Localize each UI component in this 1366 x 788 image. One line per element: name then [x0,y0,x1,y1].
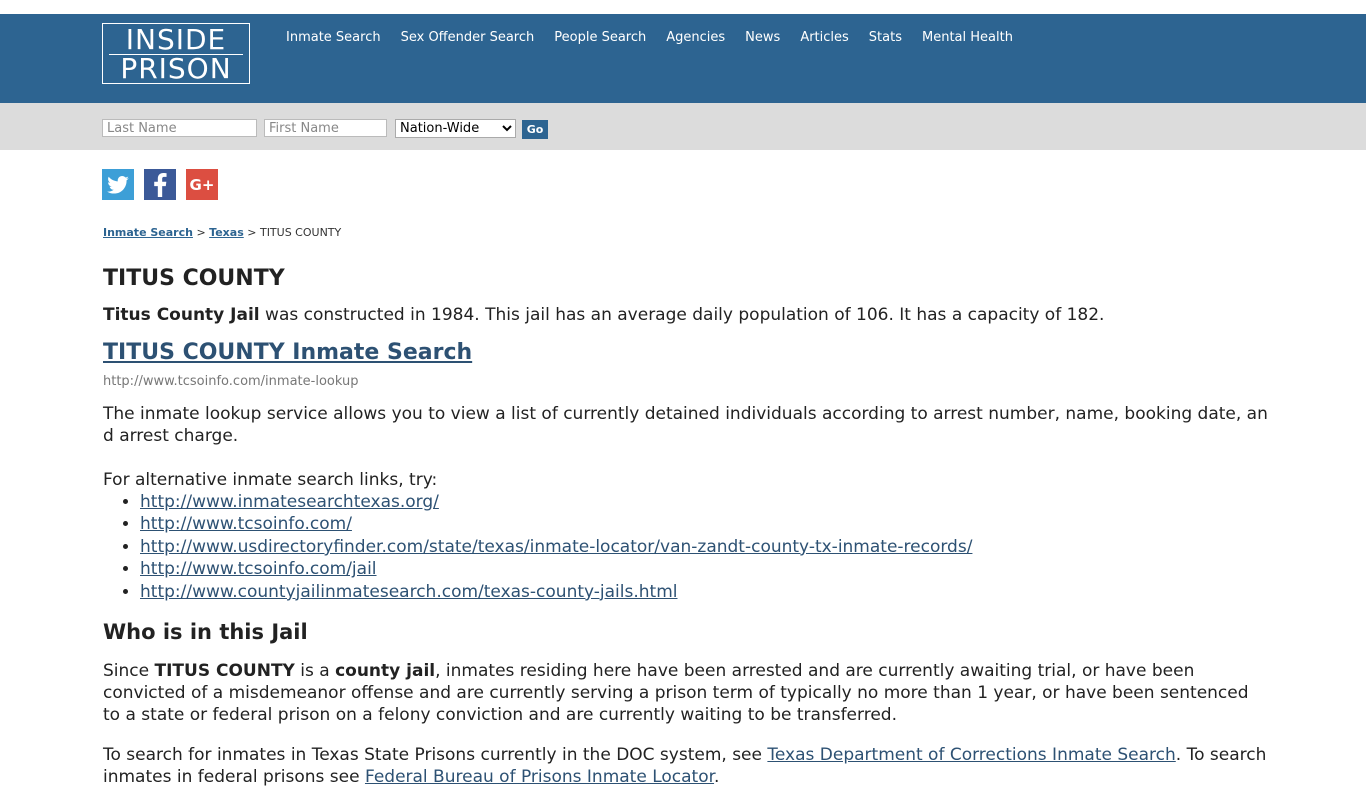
search-url: http://www.tcsoinfo.com/inmate-lookup [103,374,359,389]
breadcrumb-sep: > [192,226,210,239]
alt-link[interactable]: http://www.tcsoinfo.com/jail [140,559,377,579]
to-search-c: . [714,767,720,788]
site-header: INSIDE PRISON Inmate Search Sex Offender… [0,14,1366,103]
breadcrumb-inmate-search[interactable]: Inmate Search [103,226,193,239]
who-heading: Who is in this Jail [103,620,308,645]
site-logo[interactable]: INSIDE PRISON [102,23,250,84]
main-nav: Inmate Search Sex Offender Search People… [286,30,1033,45]
texas-doc-link[interactable]: Texas Department of Corrections Inmate S… [767,745,1175,765]
list-item: http://www.tcsoinfo.com/jail [140,558,1268,580]
nav-inmate-search[interactable]: Inmate Search [286,30,381,45]
to-search-text: To search for inmates in Texas State Pri… [103,744,1268,788]
twitter-bird-icon [107,175,129,194]
who-text-c: is a [294,661,336,682]
facebook-icon[interactable] [144,169,176,200]
list-item: http://www.countyjailinmatesearch.com/te… [140,581,1268,603]
logo-line-2: PRISON [120,52,232,85]
lookup-description: The inmate lookup service allows you to … [103,404,1268,446]
alt-links-list: http://www.inmatesearchtexas.org/ http:/… [103,491,1268,603]
main-content: Inmate Search > Texas > TITUS COUNTY TIT… [103,222,1268,788]
nav-agencies[interactable]: Agencies [666,30,725,45]
scope-select[interactable]: Nation-Wide [395,119,516,138]
who-text: Since TITUS COUNTY is a county jail, inm… [103,660,1268,726]
breadcrumb-sep: > [243,226,260,239]
nav-news[interactable]: News [745,30,780,45]
first-name-input[interactable] [264,119,387,137]
alt-link[interactable]: http://www.usdirectoryfinder.com/state/t… [140,537,972,557]
google-plus-icon[interactable]: G+ [186,169,218,200]
list-item: http://www.tcsoinfo.com/ [140,513,1268,535]
page-title: TITUS COUNTY [103,266,285,291]
alt-link[interactable]: http://www.countyjailinmatesearch.com/te… [140,582,677,602]
facebook-f-icon [154,172,167,197]
to-search-a: To search for inmates in Texas State Pri… [103,745,768,766]
alt-links-intro: For alternative inmate search links, try… [103,470,438,490]
twitter-icon[interactable] [102,169,134,200]
logo-line-1: INSIDE [125,23,227,56]
nav-stats[interactable]: Stats [869,30,902,45]
breadcrumb-current: TITUS COUNTY [259,226,342,239]
top-strip [0,0,1366,14]
alt-link[interactable]: http://www.inmatesearchtexas.org/ [140,492,439,512]
list-item: http://www.inmatesearchtexas.org/ [140,491,1268,513]
nav-people-search[interactable]: People Search [554,30,646,45]
inmate-search-link[interactable]: TITUS COUNTY Inmate Search [103,340,472,366]
nav-articles[interactable]: Articles [800,30,848,45]
jail-name: Titus County Jail [103,305,260,325]
search-bar: Nation-Wide Go [0,103,1366,150]
who-county: TITUS COUNTY [154,661,295,682]
nav-mental-health[interactable]: Mental Health [922,30,1013,45]
federal-bop-link[interactable]: Federal Bureau of Prisons Inmate Locator [365,767,714,787]
go-button[interactable]: Go [522,120,548,139]
nav-sex-offender-search[interactable]: Sex Offender Search [401,30,535,45]
alt-link[interactable]: http://www.tcsoinfo.com/ [140,514,352,534]
social-links: G+ [102,169,218,200]
who-jail-type: county jail [335,661,436,682]
breadcrumb-texas[interactable]: Texas [209,226,244,239]
list-item: http://www.usdirectoryfinder.com/state/t… [140,536,1268,558]
last-name-input[interactable] [102,119,257,137]
intro-rest: was constructed in 1984. This jail has a… [259,305,1105,325]
breadcrumb: Inmate Search > Texas > TITUS COUNTY [103,222,1268,244]
who-text-a: Since [103,661,155,682]
intro-text: Titus County Jail was constructed in 198… [103,304,1268,326]
